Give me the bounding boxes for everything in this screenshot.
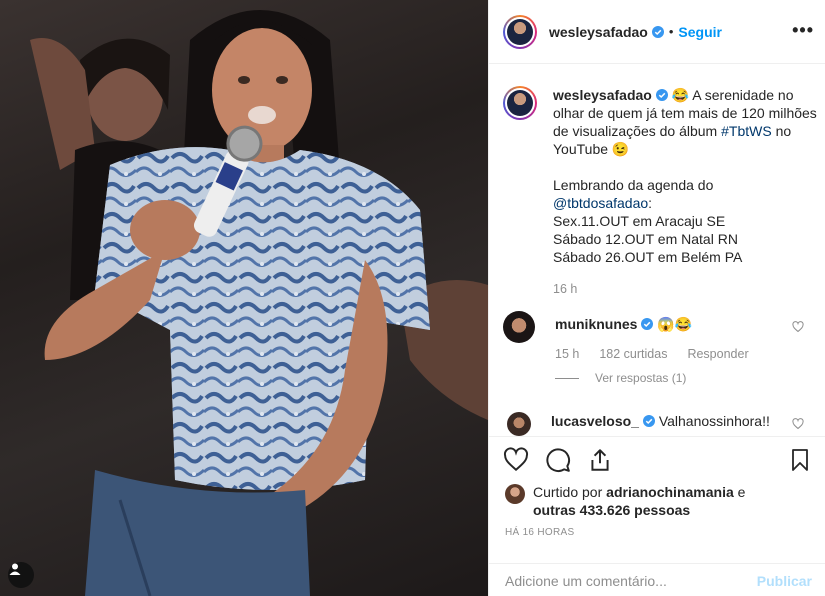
post-timestamp[interactable]: HÁ 16 HORAS xyxy=(505,527,574,538)
share-icon[interactable] xyxy=(587,447,613,473)
caption: wesleysafadao 😂 A serenidade no olhar de… xyxy=(503,86,823,298)
commenter-avatar[interactable] xyxy=(507,412,531,436)
comment-meta: 15 h 182 curtidas Responder xyxy=(555,347,749,361)
verified-icon xyxy=(655,89,668,101)
comment-text: 😱😂 xyxy=(653,316,693,332)
likes-summary: Curtido por adrianochinamania e outras 4… xyxy=(505,483,745,519)
commenter-username[interactable]: muniknunes xyxy=(555,316,637,332)
photo-illustration xyxy=(30,10,488,596)
hashtag-link[interactable]: #TbtWS xyxy=(721,123,772,139)
comment-item: muniknunes 😱😂 xyxy=(503,311,818,343)
likes-prefix: Curtido por xyxy=(533,484,607,500)
caption-avatar[interactable] xyxy=(503,86,537,120)
caption-emoji: 😂 xyxy=(671,87,690,103)
post-photo[interactable] xyxy=(0,0,488,596)
liker-username[interactable]: adrianochinamania xyxy=(606,484,734,500)
author-avatar[interactable] xyxy=(503,14,537,49)
agenda-date: Sex.11.OUT em Aracaju SE xyxy=(553,213,726,229)
comment-time[interactable]: 15 h xyxy=(555,347,579,361)
comment-icon[interactable] xyxy=(545,447,571,473)
mention-suffix: : xyxy=(648,195,653,211)
header-separator: • xyxy=(668,24,674,39)
liker-avatar[interactable] xyxy=(505,484,525,504)
commenter-username[interactable]: lucasveloso_ xyxy=(551,413,639,429)
caption-username[interactable]: wesleysafadao xyxy=(553,87,652,103)
add-comment-bar: Publicar xyxy=(489,563,825,596)
likes-others[interactable]: outras 433.626 pessoas xyxy=(533,502,690,518)
like-comment-heart-icon[interactable] xyxy=(792,418,804,430)
mention-link[interactable]: @tbtdosafadao xyxy=(553,195,648,211)
post-side-panel: wesleysafadao • Seguir ••• wesleysafadao… xyxy=(488,0,825,596)
caption-text: wesleysafadao 😂 A serenidade no olhar de… xyxy=(553,86,823,298)
view-replies-label: Ver respostas (1) xyxy=(595,371,687,385)
publish-button[interactable]: Publicar xyxy=(757,573,812,589)
replies-divider xyxy=(555,377,579,379)
comment-item: lucasveloso_ Valhanossinhora!! xyxy=(503,408,818,436)
agenda-intro: Lembrando da agenda do xyxy=(553,177,714,193)
post-header: wesleysafadao • Seguir ••• xyxy=(489,0,825,64)
follow-button[interactable]: Seguir xyxy=(678,24,722,40)
likes-middle: e xyxy=(733,484,746,500)
like-comment-heart-icon[interactable] xyxy=(792,321,804,333)
comment-input[interactable] xyxy=(489,572,739,589)
commenter-avatar[interactable] xyxy=(503,311,535,343)
heart-icon[interactable] xyxy=(503,447,529,473)
caption-time[interactable]: 16 h xyxy=(553,280,823,298)
agenda-date: Sábado 26.OUT em Belém PA xyxy=(553,249,743,265)
post-actions: Curtido por adrianochinamania e outras 4… xyxy=(489,436,825,596)
verified-icon xyxy=(651,25,664,38)
verified-icon xyxy=(641,318,654,330)
agenda-date: Sábado 12.OUT em Natal RN xyxy=(553,231,738,247)
comment-text: Valhanossinhora!! xyxy=(654,413,770,429)
more-icon[interactable]: ••• xyxy=(792,20,814,41)
verified-icon xyxy=(642,415,655,427)
user-tag-icon[interactable] xyxy=(8,562,34,588)
reply-button[interactable]: Responder xyxy=(687,347,748,361)
comment-likes[interactable]: 182 curtidas xyxy=(599,347,667,361)
comments-list[interactable]: wesleysafadao 😂 A serenidade no olhar de… xyxy=(489,64,825,436)
bookmark-icon[interactable] xyxy=(788,447,812,473)
author-username[interactable]: wesleysafadao xyxy=(549,24,648,40)
view-replies-button[interactable]: Ver respostas (1) xyxy=(555,371,686,385)
